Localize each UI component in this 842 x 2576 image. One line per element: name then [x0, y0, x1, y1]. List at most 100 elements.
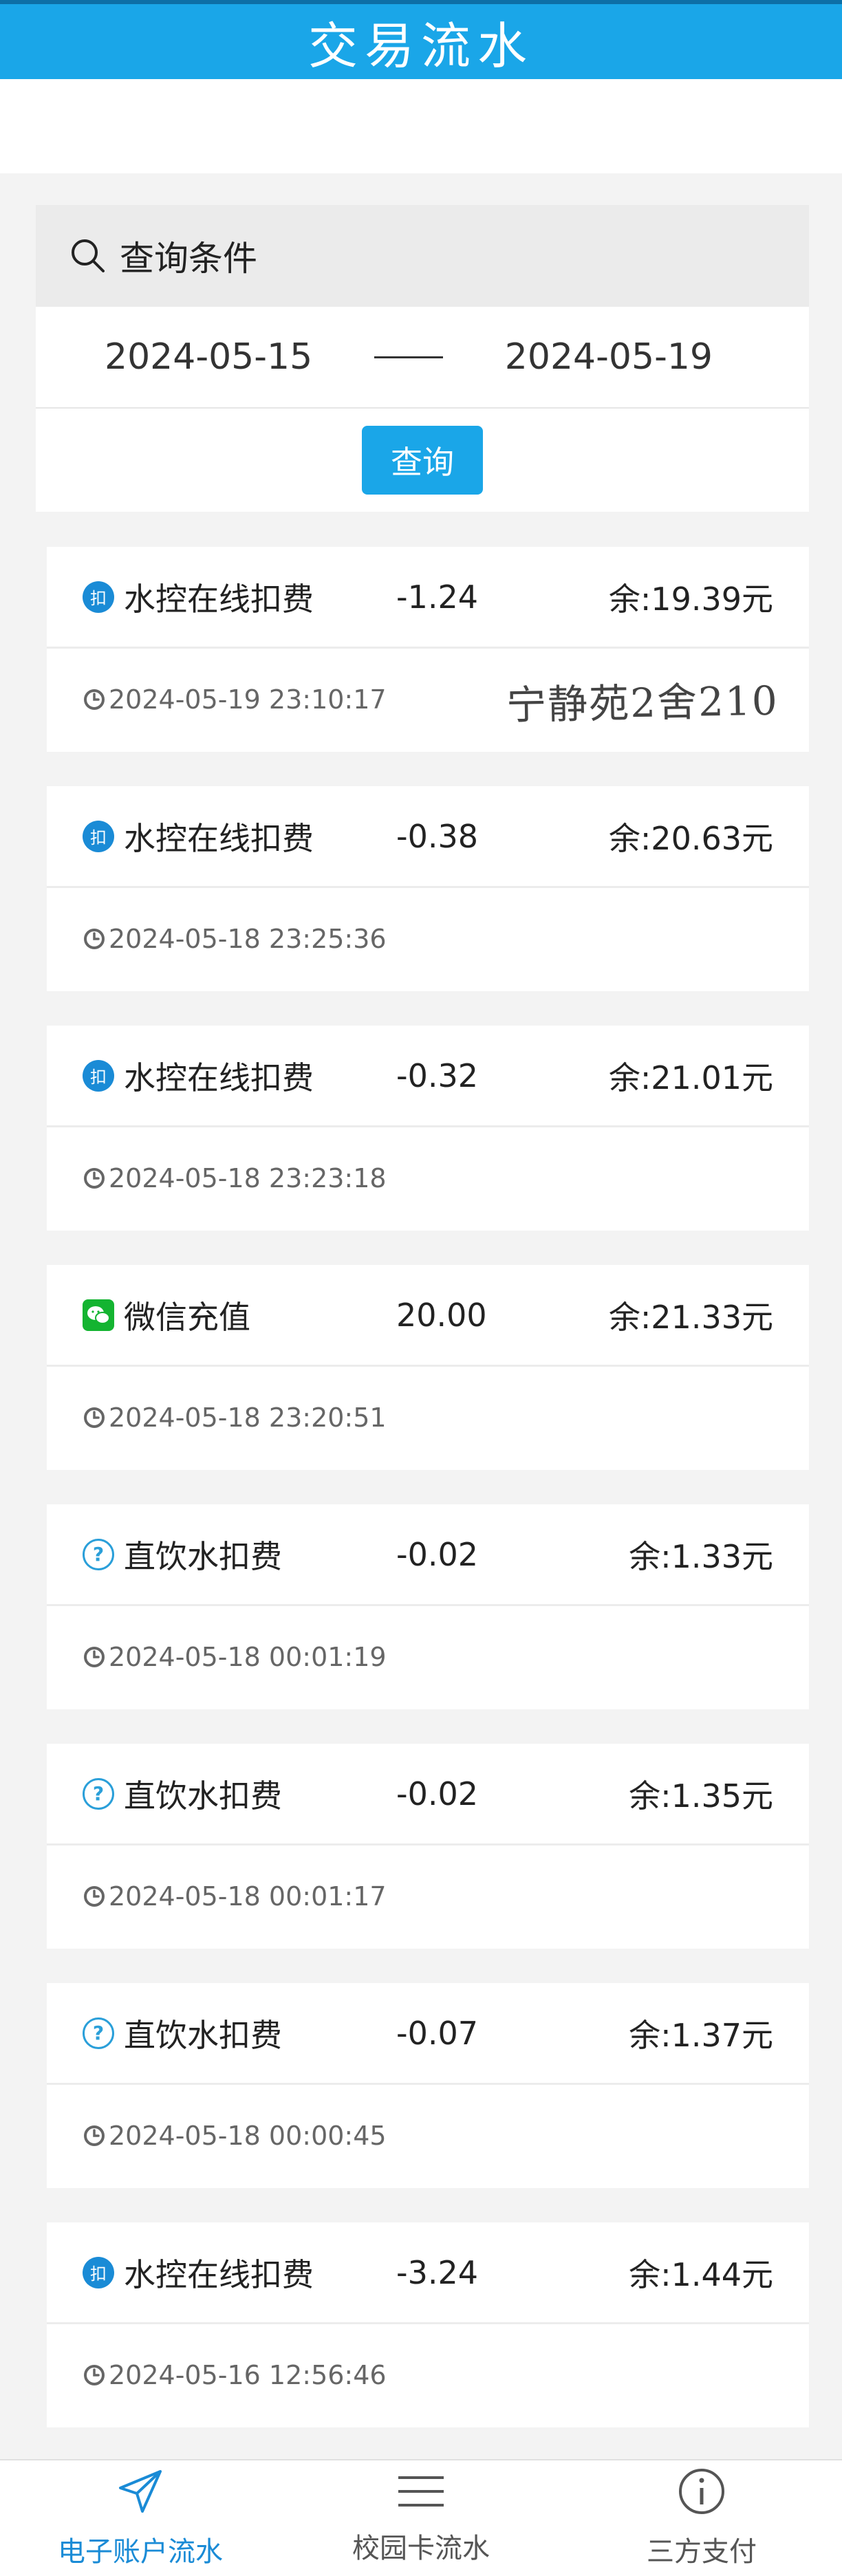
query-panel: 查询条件 2024-05-15 2024-05-19 查询 — [36, 205, 809, 512]
clock-icon — [84, 689, 105, 710]
transaction-card[interactable]: ? 直饮水扣费 -0.02 余:1.35元 2024-05-18 00:01:1… — [47, 1744, 809, 1949]
deduct-icon: 扣 — [83, 820, 114, 852]
transaction-card[interactable]: ? 直饮水扣费 -0.07 余:1.37元 2024-05-18 00:00:4… — [47, 1983, 809, 2188]
transaction-detail: 2024-05-18 00:00:45 — [47, 2085, 809, 2186]
clock-icon — [84, 928, 105, 949]
transaction-amount: -0.02 — [396, 1535, 479, 1573]
transaction-card[interactable]: 扣 水控在线扣费 -3.24 余:1.44元 2024-05-16 12:56:… — [47, 2222, 809, 2427]
transaction-time: 2024-05-18 00:00:45 — [109, 2120, 387, 2151]
transaction-summary: 扣 水控在线扣费 -0.32 余:21.01元 — [47, 1026, 809, 1127]
clock-icon — [84, 2364, 105, 2385]
send-icon — [116, 2467, 164, 2529]
query-button[interactable]: 查询 — [362, 426, 483, 495]
transaction-detail: 2024-05-18 23:20:51 — [47, 1367, 809, 1468]
transaction-detail: 2024-05-18 23:23:18 — [47, 1127, 809, 1229]
transaction-detail: 2024-05-18 00:01:17 — [47, 1846, 809, 1947]
transaction-time-wrap: 2024-05-18 23:23:18 — [83, 1163, 387, 1193]
transaction-amount: -1.24 — [396, 578, 479, 616]
transaction-summary: 扣 水控在线扣费 -0.38 余:20.63元 — [47, 786, 809, 888]
wechat-icon — [83, 1299, 114, 1331]
nav-item-third-party[interactable]: 三方支付 — [561, 2460, 842, 2576]
nav-item-account[interactable]: 电子账户流水 — [0, 2460, 281, 2576]
transaction-balance: 余:1.33元 — [629, 1537, 773, 1575]
transaction-name: 水控在线扣费 — [124, 819, 314, 857]
transaction-balance: 余:1.44元 — [629, 2255, 773, 2293]
transaction-detail: 2024-05-18 23:25:36 — [47, 888, 809, 989]
transaction-list: 扣 水控在线扣费 -1.24 余:19.39元 2024-05-19 23:10… — [47, 547, 809, 2462]
transaction-name: 水控在线扣费 — [124, 1059, 314, 1096]
search-icon — [72, 239, 105, 272]
transaction-card[interactable]: 微信充值 20.00 余:21.33元 2024-05-18 23:20:51 — [47, 1265, 809, 1470]
transaction-detail: 2024-05-16 12:56:46 — [47, 2324, 809, 2425]
transaction-time-wrap: 2024-05-16 12:56:46 — [83, 2360, 387, 2390]
bottom-nav: 电子账户流水 校园卡流水 三方支付 — [0, 2459, 842, 2576]
clock-icon — [84, 1167, 105, 1189]
clock-icon — [84, 2125, 105, 2146]
query-header: 查询条件 — [36, 205, 809, 307]
header-spacer — [0, 79, 842, 173]
transaction-balance: 余:19.39元 — [608, 580, 773, 618]
deduct-icon: 扣 — [83, 1059, 114, 1092]
transaction-amount: 20.00 — [396, 1296, 487, 1334]
transaction-time-wrap: 2024-05-18 00:00:45 — [83, 2121, 387, 2151]
transaction-balance: 余:1.37元 — [629, 2016, 773, 2054]
deduct-icon: 扣 — [83, 2256, 114, 2288]
transaction-summary: 扣 水控在线扣费 -3.24 余:1.44元 — [47, 2222, 809, 2324]
nav-label: 三方支付 — [647, 2536, 757, 2568]
transaction-summary: ? 直饮水扣费 -0.07 余:1.37元 — [47, 1983, 809, 2085]
transaction-name: 直饮水扣费 — [124, 1777, 282, 1815]
help-icon: ? — [83, 1777, 114, 1810]
nav-label: 校园卡流水 — [352, 2533, 490, 2564]
clock-icon — [84, 1646, 105, 1667]
transaction-summary: 扣 水控在线扣费 -1.24 余:19.39元 — [47, 547, 809, 649]
help-icon: ? — [83, 1538, 114, 1570]
transaction-name: 直饮水扣费 — [124, 1537, 282, 1575]
help-icon: ? — [83, 2017, 114, 2049]
transaction-card[interactable]: ? 直饮水扣费 -0.02 余:1.33元 2024-05-18 00:01:1… — [47, 1504, 809, 1709]
transaction-amount: -0.07 — [396, 2014, 479, 2052]
date-separator — [374, 356, 443, 358]
transaction-time: 2024-05-18 23:25:36 — [109, 923, 387, 954]
transaction-name: 水控在线扣费 — [124, 580, 314, 618]
transaction-amount: -0.02 — [396, 1775, 479, 1812]
transaction-balance: 余:21.01元 — [608, 1059, 773, 1096]
transaction-summary: ? 直饮水扣费 -0.02 余:1.35元 — [47, 1744, 809, 1846]
transaction-balance: 余:20.63元 — [608, 819, 773, 857]
transaction-card[interactable]: 扣 水控在线扣费 -1.24 余:19.39元 2024-05-19 23:10… — [47, 547, 809, 752]
transaction-amount: -3.24 — [396, 2253, 479, 2291]
transaction-name: 水控在线扣费 — [124, 2255, 314, 2293]
transaction-time: 2024-05-16 12:56:46 — [109, 2359, 387, 2390]
clock-icon — [84, 1407, 105, 1428]
transaction-amount: -0.38 — [396, 817, 479, 855]
transaction-balance: 余:1.35元 — [629, 1777, 773, 1815]
info-icon — [678, 2467, 726, 2529]
query-title: 查询条件 — [120, 239, 257, 279]
transaction-card[interactable]: 扣 水控在线扣费 -0.32 余:21.01元 2024-05-18 23:23… — [47, 1026, 809, 1231]
app-header: 交易流水 — [0, 0, 842, 79]
transaction-detail: 2024-05-18 00:01:19 — [47, 1606, 809, 1707]
transaction-amount: -0.32 — [396, 1057, 479, 1094]
transaction-summary: ? 直饮水扣费 -0.02 余:1.33元 — [47, 1504, 809, 1606]
transaction-time: 2024-05-18 23:20:51 — [109, 1402, 387, 1433]
start-date-field[interactable]: 2024-05-15 — [105, 336, 312, 378]
transaction-time: 2024-05-18 00:01:19 — [109, 1641, 387, 1672]
nav-label: 电子账户流水 — [58, 2536, 223, 2568]
menu-icon — [397, 2471, 445, 2526]
transaction-time-wrap: 2024-05-18 00:01:17 — [83, 1881, 387, 1912]
transaction-time-wrap: 2024-05-18 23:20:51 — [83, 1403, 387, 1433]
transaction-time-wrap: 2024-05-18 00:01:19 — [83, 1642, 387, 1672]
nav-item-campus-card[interactable]: 校园卡流水 — [281, 2460, 561, 2576]
query-button-row: 查询 — [36, 409, 809, 512]
transaction-time: 2024-05-19 23:10:17 — [109, 684, 387, 715]
date-range: 2024-05-15 2024-05-19 — [36, 307, 809, 409]
transaction-note: 宁静苑2舍210 — [506, 677, 779, 728]
transaction-name: 直饮水扣费 — [124, 2016, 282, 2054]
transaction-time-wrap: 2024-05-18 23:25:36 — [83, 924, 387, 954]
page-title: 交易流水 — [307, 17, 534, 75]
transaction-name: 微信充值 — [124, 1298, 250, 1336]
transaction-time: 2024-05-18 23:23:18 — [109, 1162, 387, 1193]
clock-icon — [84, 1885, 105, 1907]
transaction-card[interactable]: 扣 水控在线扣费 -0.38 余:20.63元 2024-05-18 23:25… — [47, 786, 809, 991]
transaction-time-wrap: 2024-05-19 23:10:17 — [83, 684, 387, 715]
end-date-field[interactable]: 2024-05-19 — [505, 336, 713, 378]
